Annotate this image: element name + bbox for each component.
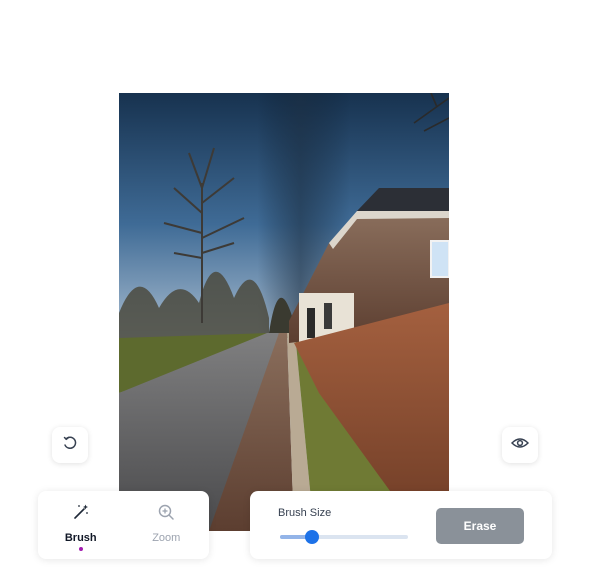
reset-button[interactable] [52, 427, 88, 463]
brush-size-label: Brush Size [278, 507, 332, 519]
reset-icon [62, 435, 78, 456]
tool-brush-label: Brush [64, 532, 97, 544]
tool-zoom-label: Zoom [152, 532, 181, 544]
magic-wand-icon [72, 503, 90, 526]
brush-size-thumb[interactable] [305, 530, 319, 544]
erase-button[interactable]: Erase [436, 508, 524, 544]
active-indicator [78, 547, 83, 551]
tool-brush[interactable]: Brush [38, 491, 124, 559]
image-canvas[interactable] [119, 93, 449, 531]
edited-photo [119, 93, 449, 531]
preview-button[interactable] [502, 427, 538, 463]
zoom-in-icon [157, 503, 175, 526]
tool-panel: Brush Zoom [38, 491, 209, 559]
eye-icon [510, 436, 530, 455]
brush-settings-panel: Brush Size Erase [250, 491, 552, 559]
tool-zoom[interactable]: Zoom [124, 491, 210, 559]
brush-size-slider[interactable] [280, 530, 408, 544]
